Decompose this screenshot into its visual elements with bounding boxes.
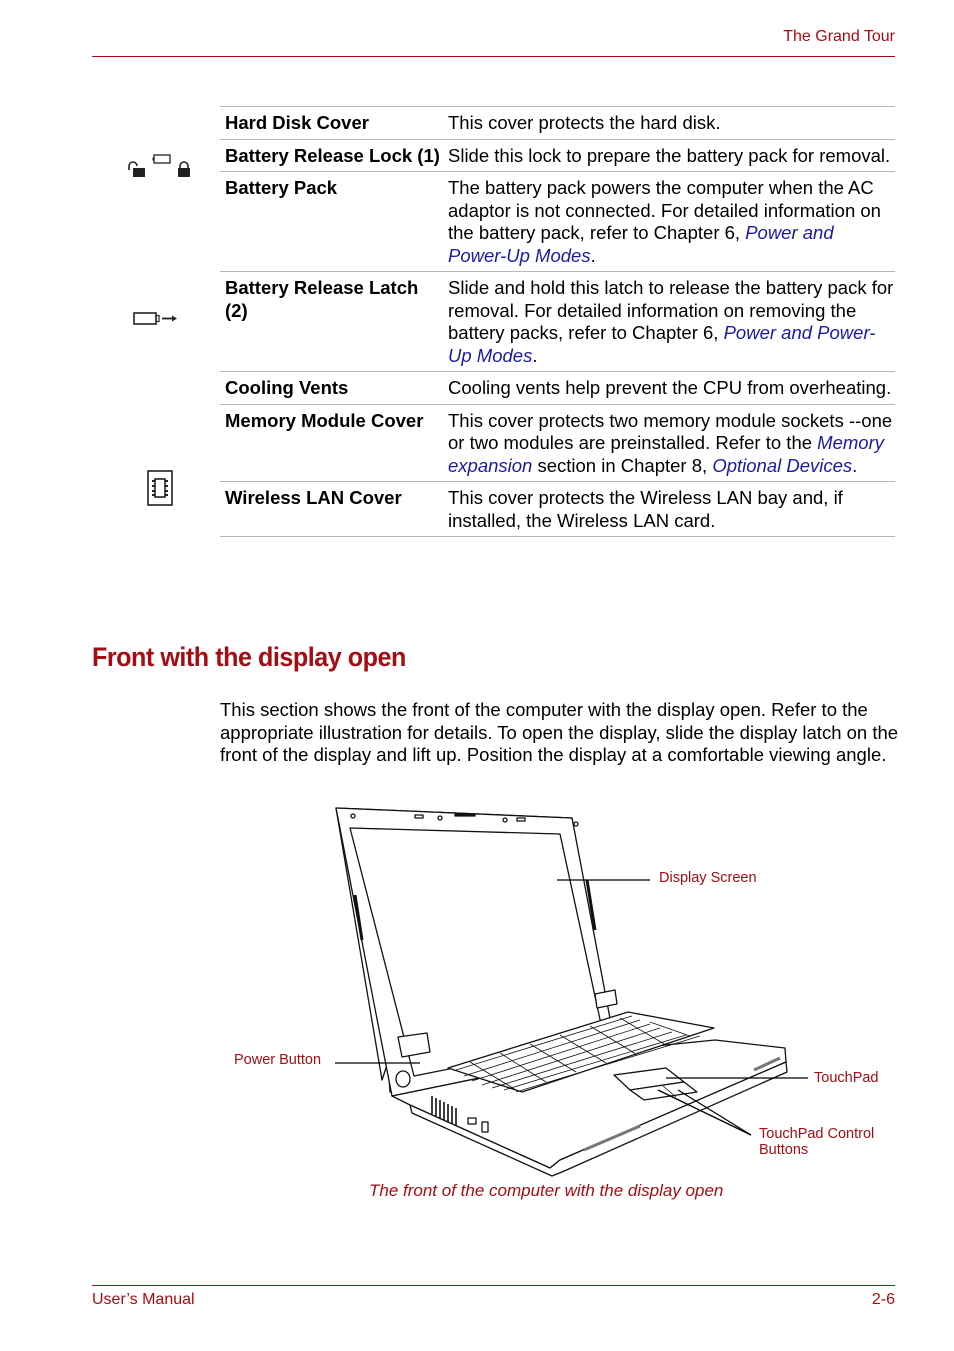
component-description: Slide this lock to prepare the battery p… bbox=[443, 139, 895, 172]
component-description: This cover protects the hard disk. bbox=[443, 107, 895, 140]
locked-padlock-icon bbox=[178, 161, 190, 177]
description-text: This cover protects the Wireless LAN bay… bbox=[448, 487, 843, 531]
table-row: Battery Release Latch (2) Slide and hold … bbox=[220, 271, 895, 372]
battery-lock-icon bbox=[128, 154, 190, 177]
footer-rule bbox=[92, 1285, 895, 1286]
component-name: Battery Pack bbox=[225, 177, 338, 198]
running-header-title: The Grand Tour bbox=[783, 28, 895, 45]
battery-release-latch-icon bbox=[133, 312, 177, 325]
table-row: Cooling Vents Cooling vents help prevent … bbox=[220, 371, 895, 405]
footer-manual-title: User’s Manual bbox=[92, 1291, 195, 1308]
component-description: This cover protects the Wireless LAN bay… bbox=[443, 482, 895, 537]
callout-touchpad-buttons-line1: TouchPad Control bbox=[759, 1126, 875, 1142]
table-row: Hard Disk Cover This cover protects the h… bbox=[220, 106, 895, 140]
callout-display-screen: Display Screen bbox=[659, 870, 757, 886]
description-text: . bbox=[532, 344, 538, 366]
unlocked-padlock-icon bbox=[128, 161, 145, 177]
callout-power-button: Power Button bbox=[234, 1052, 322, 1068]
table-row: Battery Release Lock (1) Slide this lock … bbox=[220, 139, 895, 172]
cross-reference-link[interactable]: Optional Devices bbox=[712, 455, 852, 476]
description-text: . bbox=[852, 454, 858, 476]
component-name: Memory Module Cover bbox=[225, 409, 424, 431]
component-name: Cooling Vents bbox=[225, 377, 349, 398]
page-number: 2-6 bbox=[871, 1291, 895, 1308]
section-paragraph: This section shows the front of the comp… bbox=[220, 699, 899, 765]
table-row: Battery Pack The battery pack powers the … bbox=[220, 171, 895, 272]
memory-module-icon bbox=[147, 470, 173, 506]
callout-touchpad-buttons-line2: Buttons bbox=[759, 1142, 809, 1158]
description-text: This cover protects the hard disk. bbox=[448, 112, 721, 133]
description-text: section in Chapter 8, bbox=[532, 454, 713, 476]
table-row: Memory Module Cover This cover protects t… bbox=[220, 404, 895, 482]
description-text: Cooling vents help prevent the CPU from … bbox=[448, 377, 892, 398]
callout-touchpad: TouchPad bbox=[814, 1070, 879, 1086]
component-name: Hard Disk Cover bbox=[225, 112, 369, 133]
component-description: This cover protects two memory module so… bbox=[443, 404, 895, 482]
description-text: Slide this lock to prepare the battery p… bbox=[448, 144, 891, 166]
component-name: Battery Release Latch (2) bbox=[225, 277, 419, 321]
header-rule bbox=[92, 56, 895, 57]
section-heading: Front with the display open bbox=[92, 642, 406, 672]
figure-caption: The front of the computer with the displ… bbox=[369, 1181, 724, 1200]
component-description: The battery pack powers the computer whe… bbox=[443, 172, 895, 272]
callout-touchpad-control-buttons: TouchPad Control Buttons bbox=[759, 1126, 874, 1158]
component-name: Wireless LAN Cover bbox=[225, 487, 402, 508]
laptop-illustration bbox=[335, 807, 808, 1177]
component-table: Hard Disk Cover This cover protects the h… bbox=[220, 106, 895, 537]
description-text: . bbox=[590, 244, 596, 266]
table-row: Wireless LAN Cover This cover protects th… bbox=[220, 481, 895, 537]
component-name: Battery Release Lock (1) bbox=[225, 144, 440, 166]
component-description: Cooling vents help prevent the CPU from … bbox=[443, 372, 895, 405]
component-description: Slide and hold this latch to release the… bbox=[443, 272, 895, 372]
battery-icon bbox=[152, 154, 171, 164]
